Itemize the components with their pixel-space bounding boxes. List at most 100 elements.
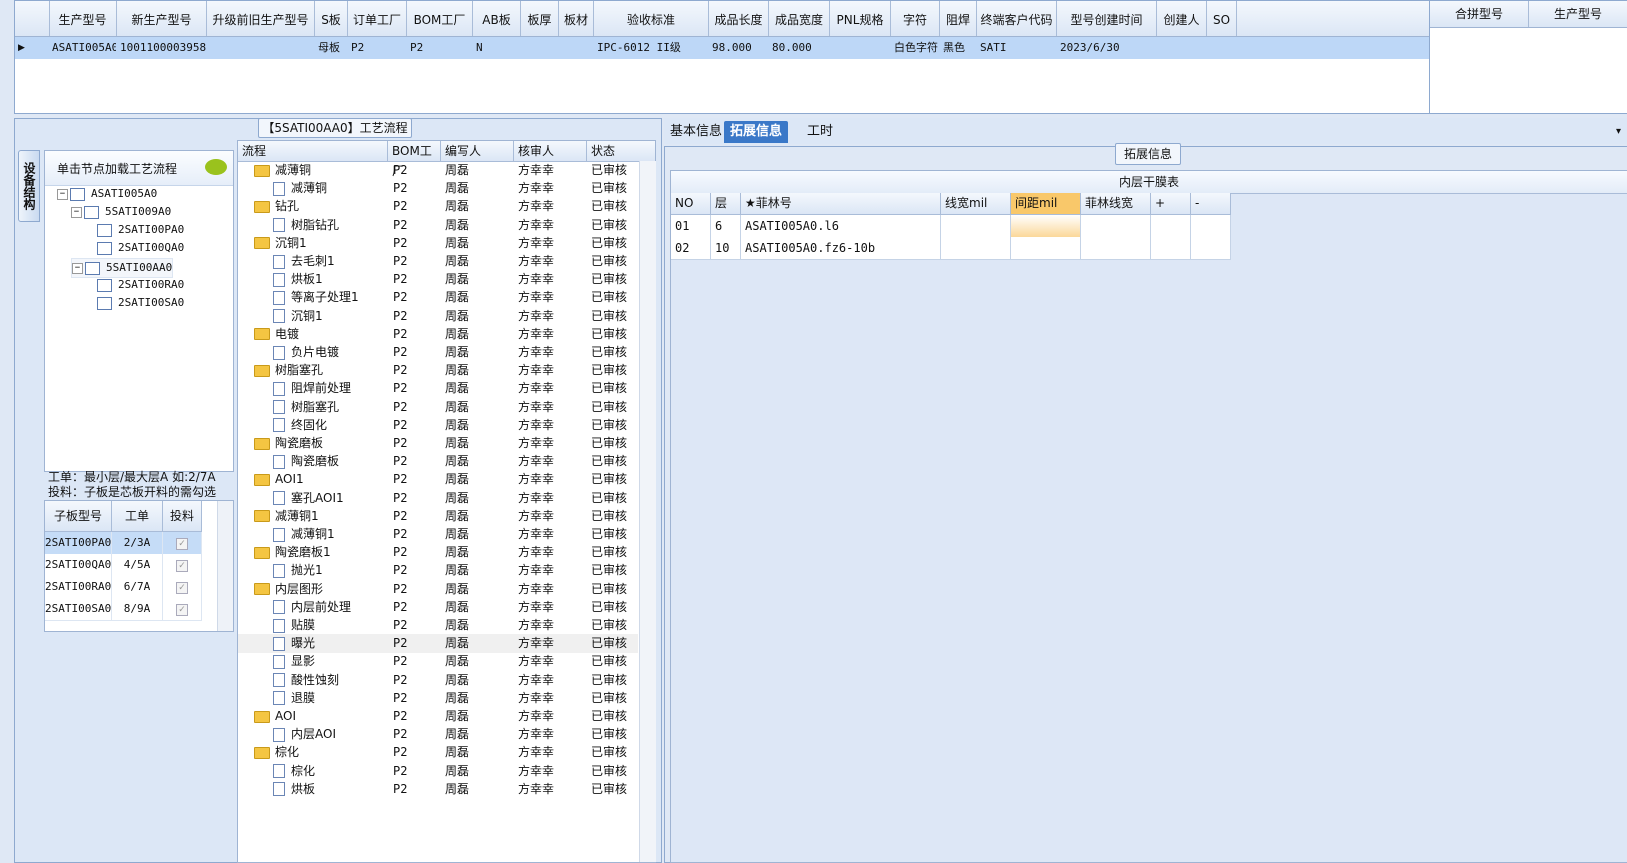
dry-film-col-4[interactable]: 间距mil xyxy=(1011,193,1081,215)
flow-row[interactable]: 阻焊前处理 P2 周磊 方幸幸 已审核 xyxy=(238,379,638,398)
col-3[interactable]: S板 xyxy=(315,1,348,36)
dry-film-cell[interactable] xyxy=(1081,237,1151,260)
col-10[interactable]: 成品长度 xyxy=(709,1,769,36)
dry-film-col-0[interactable]: NO xyxy=(671,193,711,215)
dry-film-cell[interactable] xyxy=(1191,215,1231,238)
cell-17[interactable] xyxy=(1157,37,1206,59)
flow-step-name[interactable]: 树脂塞孔 xyxy=(254,361,384,380)
cell-5[interactable]: P2 xyxy=(407,37,472,59)
production-grid-row[interactable]: ▶ ASATI005A0 10011000039584 母板 P2 P2 N IPC-6012… xyxy=(15,37,1429,59)
feed-checkbox[interactable]: ✓ xyxy=(163,554,202,577)
flow-row[interactable]: 树脂钻孔 P2 周磊 方幸幸 已审核 xyxy=(238,216,638,235)
flow-row[interactable]: 减薄铜 P2 周磊 方幸幸 已审核 xyxy=(238,179,638,198)
flow-row[interactable]: 烘板 P2 周磊 方幸幸 已审核 xyxy=(238,780,638,799)
col-6[interactable]: AB板 xyxy=(473,1,521,36)
flow-row[interactable]: 树脂塞孔 P2 周磊 方幸幸 已审核 xyxy=(238,361,638,380)
flow-row[interactable]: 沉铜1 P2 周磊 方幸幸 已审核 xyxy=(238,234,638,253)
flow-row[interactable]: 陶瓷磨板 P2 周磊 方幸幸 已审核 xyxy=(238,434,638,453)
flow-step-name[interactable]: 退膜 xyxy=(273,689,383,708)
tree-node[interactable]: − 5SATI009A0 xyxy=(71,203,171,221)
flow-row[interactable]: 终固化 P2 周磊 方幸幸 已审核 xyxy=(238,416,638,435)
flow-row[interactable]: 负片电镀 P2 周磊 方幸幸 已审核 xyxy=(238,343,638,362)
flow-step-name[interactable]: 树脂钻孔 xyxy=(273,216,383,235)
dry-film-cell[interactable]: 02 xyxy=(671,237,711,260)
dry-film-col-5[interactable]: 菲林线宽 xyxy=(1081,193,1151,215)
feed-checkbox[interactable]: ✓ xyxy=(163,532,202,555)
flow-step-name[interactable]: 棕化 xyxy=(254,743,384,762)
cell-4[interactable]: P2 xyxy=(348,37,406,59)
tab-work-hours[interactable]: 工时 xyxy=(801,121,839,143)
flow-row[interactable]: 减薄铜 P2 周磊 方幸幸 已审核 xyxy=(238,161,638,180)
feed-checkbox[interactable]: ✓ xyxy=(163,598,202,621)
collapse-icon[interactable]: − xyxy=(57,188,68,200)
col-status[interactable]: 状态 xyxy=(587,141,639,161)
tree-node[interactable]: 2SATI00SA0 xyxy=(97,294,184,312)
flow-row[interactable]: 减薄铜1 P2 周磊 方幸幸 已审核 xyxy=(238,507,638,526)
flow-step-name[interactable]: 烘板1 xyxy=(273,270,383,289)
flow-row[interactable]: 棕化 P2 周磊 方幸幸 已审核 xyxy=(238,743,638,762)
col-writer[interactable]: 编写人 xyxy=(441,141,514,161)
col-merge-model[interactable]: 合拼型号 xyxy=(1430,1,1529,27)
col-reviewer[interactable]: 核审人 xyxy=(514,141,587,161)
cell-16[interactable]: 2023/6/30 xyxy=(1057,37,1156,59)
cell-3[interactable]: 母板 xyxy=(315,37,347,59)
tree-node[interactable]: 2SATI00RA0 xyxy=(97,276,184,294)
flow-row[interactable]: 内层图形 P2 周磊 方幸幸 已审核 xyxy=(238,580,638,599)
flow-row[interactable]: 棕化 P2 周磊 方幸幸 已审核 xyxy=(238,762,638,781)
dry-film-cell[interactable] xyxy=(1151,237,1191,260)
flow-row[interactable]: AOI P2 周磊 方幸幸 已审核 xyxy=(238,707,638,726)
flow-step-name[interactable]: 内层AOI xyxy=(273,725,383,744)
cell-15[interactable]: SATI xyxy=(977,37,1056,59)
flow-step-name[interactable]: 钻孔 xyxy=(254,197,384,216)
flow-row[interactable]: 沉铜1 P2 周磊 方幸幸 已审核 xyxy=(238,307,638,326)
flow-step-name[interactable]: 内层图形 xyxy=(254,580,384,599)
flow-row[interactable]: 抛光1 P2 周磊 方幸幸 已审核 xyxy=(238,561,638,580)
col-5[interactable]: BOM工厂 xyxy=(407,1,473,36)
flow-step-name[interactable]: 阻焊前处理 xyxy=(273,379,383,398)
flow-row[interactable]: 电镀 P2 周磊 方幸幸 已审核 xyxy=(238,325,638,344)
dry-film-cell[interactable] xyxy=(1151,215,1191,238)
tab-extended-info[interactable]: 拓展信息 xyxy=(724,121,789,143)
row-indicator-icon[interactable]: ▶ xyxy=(15,37,48,59)
dry-film-col-1[interactable]: 层 xyxy=(711,193,741,215)
col-bom-factory[interactable]: BOM工厂 xyxy=(388,141,441,178)
flow-step-name[interactable]: 抛光1 xyxy=(273,561,383,580)
tree-node[interactable]: − ASATI005A0 xyxy=(57,185,157,203)
col-8[interactable]: 板材 xyxy=(559,1,594,36)
sub-board-order[interactable]: 8/9A xyxy=(112,598,163,621)
dry-film-cell[interactable] xyxy=(1191,237,1231,260)
col-16[interactable]: 型号创建时间 xyxy=(1057,1,1157,36)
col-2[interactable]: 升级前旧生产型号 xyxy=(207,1,315,36)
col-work-order[interactable]: 工单 xyxy=(112,501,163,532)
col-0[interactable]: 生产型号 xyxy=(49,1,117,36)
flow-step-name[interactable]: 陶瓷磨板1 xyxy=(254,543,384,562)
feed-checkbox[interactable]: ✓ xyxy=(163,576,202,599)
flow-row[interactable]: 内层AOI P2 周磊 方幸幸 已审核 xyxy=(238,725,638,744)
cell-7[interactable] xyxy=(521,37,558,59)
col-9[interactable]: 验收标准 xyxy=(594,1,709,36)
sub-board-order[interactable]: 2/3A xyxy=(112,532,163,555)
col-7[interactable]: 板厚 xyxy=(521,1,559,36)
sub-board-model[interactable]: 2SATI00RA0 xyxy=(45,576,112,599)
flow-step-name[interactable]: 等离子处理1 xyxy=(273,288,383,307)
cell-11[interactable]: 80.000 xyxy=(769,37,829,59)
dry-film-cell[interactable] xyxy=(1011,237,1081,260)
dry-film-cell[interactable] xyxy=(941,215,1011,238)
sub-board-order[interactable]: 6/7A xyxy=(112,576,163,599)
cell-13[interactable]: 白色字符 xyxy=(891,37,939,59)
tree-node[interactable]: − 5SATI00AA0 xyxy=(71,258,174,278)
flow-step-name[interactable]: 沉铜1 xyxy=(254,234,384,253)
sub-board-model[interactable]: 2SATI00QA0 xyxy=(45,554,112,577)
flow-row[interactable]: 曝光 P2 周磊 方幸幸 已审核 xyxy=(238,634,638,654)
dry-film-cell[interactable]: ASATI005A0.l6 xyxy=(741,215,941,238)
flow-row[interactable]: 烘板1 P2 周磊 方幸幸 已审核 xyxy=(238,270,638,289)
flow-step-name[interactable]: 树脂塞孔 xyxy=(273,398,383,417)
flow-row[interactable]: 陶瓷磨板1 P2 周磊 方幸幸 已审核 xyxy=(238,543,638,562)
cell-8[interactable] xyxy=(559,37,593,59)
col-11[interactable]: 成品宽度 xyxy=(769,1,830,36)
grid-corner-selector[interactable] xyxy=(15,1,50,36)
flow-step-name[interactable]: AOI1 xyxy=(254,470,384,489)
col-4[interactable]: 订单工厂 xyxy=(348,1,407,36)
flow-step-name[interactable]: 减薄铜 xyxy=(273,179,383,198)
dry-film-col-6[interactable]: + xyxy=(1151,193,1191,215)
